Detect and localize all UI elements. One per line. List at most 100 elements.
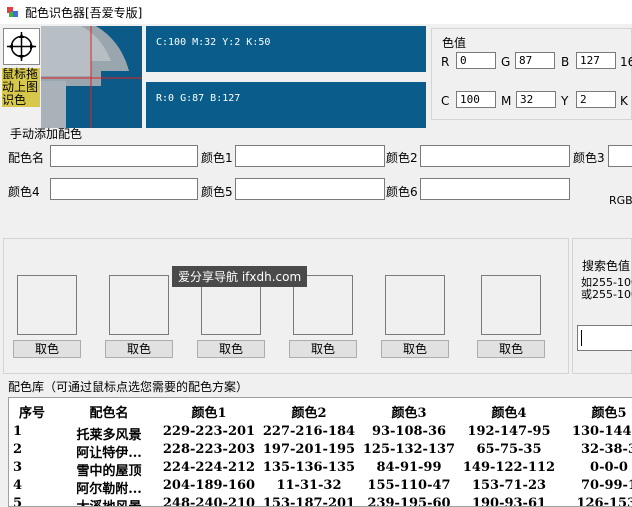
column-header[interactable]: 颜色4 [461,402,557,421]
scheme-name: 雪中的屋顶 [76,464,142,479]
library-table[interactable]: 序号 配色名 颜色1 颜色2 颜色3 颜色4 颜色5 1 托莱多风景 229-2… [8,397,632,507]
color-value: 135-136-135 [262,460,356,475]
preview-box-6 [481,275,541,335]
column-header[interactable]: 颜色5 [561,402,632,421]
preview-box-2 [109,275,169,335]
k-label: K [620,94,628,108]
color3-label: 颜色3 [573,151,605,165]
color-value: 11-31-32 [276,478,342,493]
color-value: 70-99-1 [580,478,632,493]
zoom-preview [41,26,142,128]
color5-label: 颜色5 [201,185,233,199]
m-label: M [501,94,512,108]
r-label: R [441,55,450,69]
row-index: 4 [13,478,23,493]
app-icon [7,7,18,17]
row-index: 1 [13,424,23,439]
y-input[interactable]: 2 [576,91,616,108]
color-value: 32-38-3 [580,442,632,457]
crosshair-icon [7,32,36,61]
color5-input[interactable] [235,178,385,200]
color-values-title: 色值 [442,36,467,50]
color1-label: 颜色1 [201,151,233,165]
row-index: 3 [13,460,23,475]
column-header[interactable]: 配色名 [61,402,157,421]
rgb-swatch: R:0 G:87 B:127 [146,82,426,128]
c-input[interactable]: 100 [456,91,496,108]
pick-button-1[interactable]: 取色 [13,340,81,358]
table-row[interactable]: 1 托莱多风景 229-223-201 227-216-184 93-108-3… [9,424,632,443]
color-value: 93-108-36 [371,424,447,439]
color-value: 126-153- [576,496,632,507]
row-index: 5 [13,496,23,507]
cmyk-text: C:100 M:32 Y:2 K:50 [156,37,271,48]
text-cursor [581,330,582,346]
color6-label: 颜色6 [386,185,418,199]
scheme-name: 托莱多风景 [76,428,142,443]
y-label: Y [561,94,569,108]
table-row[interactable]: 3 雪中的屋顶 224-224-212 135-136-135 84-91-99… [9,460,632,479]
table-row[interactable]: 2 阿让特伊... 228-223-203 197-201-195 125-13… [9,442,632,461]
color-value: 239-195-60 [367,496,451,507]
search-input[interactable] [577,325,632,351]
r-input[interactable]: 0 [456,52,496,69]
preview-box-5 [385,275,445,335]
color-value: 190-93-61 [471,496,547,507]
rgb-mode-label: RGB模 [609,194,632,207]
drag-label: 鼠标拖动上图识色 [2,67,40,107]
pick-button-3[interactable]: 取色 [197,340,265,358]
cmyk-swatch: C:100 M:32 Y:2 K:50 [146,26,426,72]
library-title: 配色库（可通过鼠标点选您需要的配色方案） [8,380,249,394]
color-value: 192-147-95 [467,424,551,439]
pick-button-5[interactable]: 取色 [381,340,449,358]
hex-label: 16 [620,55,632,69]
g-label: G [501,55,511,69]
color1-input[interactable] [235,145,385,167]
color-value: 0-0-0 [590,460,628,475]
scheme-name: 阿让特伊... [76,446,142,461]
color-value: 153-71-23 [471,478,547,493]
color3-input[interactable] [608,145,632,167]
scheme-name: 阿尔勒附... [76,482,142,497]
color-value: 125-132-137 [362,442,456,457]
g-input[interactable]: 87 [515,52,555,69]
color-value: 228-223-203 [162,442,256,457]
color-value: 155-110-47 [367,478,451,493]
color-value: 204-189-160 [162,478,256,493]
table-row[interactable]: 5 大溪地风景 248-240-210 153-187-201 239-195-… [9,496,632,507]
pick-button-2[interactable]: 取色 [105,340,173,358]
color-value: 84-91-99 [376,460,442,475]
drag-target[interactable] [3,28,40,65]
manual-add-title: 手动添加配色 [10,127,83,141]
b-label: B [561,55,570,69]
color2-input[interactable] [420,145,570,167]
rgb-text: R:0 G:87 B:127 [156,93,241,104]
scheme-name: 大溪地风景 [61,496,157,506]
search-title: 搜索色值 [582,259,631,273]
color-value: 227-216-184 [262,424,356,439]
color-value: 229-223-201 [162,424,256,439]
pick-button-6[interactable]: 取色 [477,340,545,358]
m-input[interactable]: 32 [516,91,556,108]
color-value: 130-144-1 [571,424,632,439]
color-value: 149-122-112 [462,460,556,475]
watermark: 爱分享导航 ifxdh.com [172,266,308,287]
color-value: 153-187-201 [262,496,356,507]
scheme-name-input[interactable] [50,145,198,167]
color-value: 65-75-35 [476,442,542,457]
color-value: 197-201-195 [262,442,356,457]
scheme-name-label: 配色名 [8,151,45,165]
preview-box-1 [17,275,77,335]
window-title: 配色识色器[吾爱专版] [25,6,143,20]
b-input[interactable]: 127 [576,52,616,69]
pick-button-4[interactable]: 取色 [289,340,357,358]
column-header[interactable]: 颜色2 [261,402,357,421]
table-row[interactable]: 4 阿尔勒附... 204-189-160 11-31-32 155-110-4… [9,478,632,497]
color4-label: 颜色4 [8,185,40,199]
color4-input[interactable] [50,178,198,200]
column-header[interactable]: 序号 [13,402,51,421]
color-value: 248-240-210 [162,496,256,507]
color6-input[interactable] [420,178,570,200]
column-header[interactable]: 颜色3 [361,402,457,421]
column-header[interactable]: 颜色1 [161,402,257,421]
